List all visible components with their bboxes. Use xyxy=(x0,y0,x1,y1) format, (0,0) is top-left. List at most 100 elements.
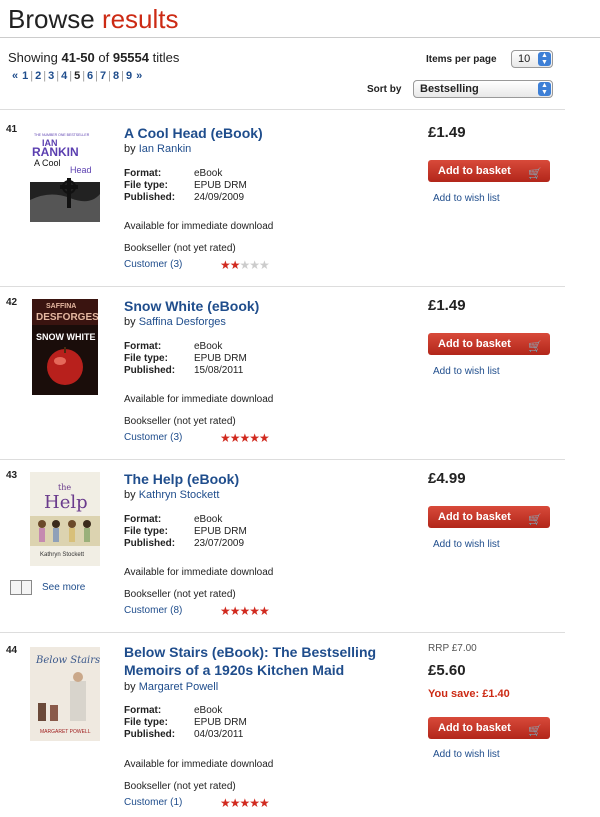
book-author: by Ian Rankin xyxy=(124,143,191,155)
cover-author: Kathryn Stockett xyxy=(40,552,84,558)
summary-prefix: Showing xyxy=(8,50,58,65)
author-link[interactable]: Margaret Powell xyxy=(139,681,218,693)
sort-by-label: Sort by xyxy=(367,84,402,95)
file-type-value: EPUB DRM xyxy=(194,353,247,364)
sort-by-select[interactable]: Bestselling ▲ ▼ xyxy=(413,80,553,98)
result-number: 44 xyxy=(6,645,18,656)
result-item: 43 the Help Kathryn Stockett See more Th… xyxy=(0,460,565,633)
published-label: Published: xyxy=(124,538,176,549)
basket-icon: 🛒 xyxy=(528,341,542,353)
next-page-link[interactable]: » xyxy=(132,70,146,82)
price: £5.60 xyxy=(428,662,466,679)
summary-total: 95554 xyxy=(112,50,149,65)
result-item: 42 SAFFINA DESFORGES SNOW WHITE Snow Whi… xyxy=(0,287,565,460)
select-arrows-icon: ▲ ▼ xyxy=(538,52,551,66)
items-per-page-value: 10 xyxy=(518,53,531,65)
book-cover[interactable]: SAFFINA DESFORGES SNOW WHITE xyxy=(32,299,98,395)
customer-reviews-link[interactable]: Customer (8) xyxy=(124,605,182,616)
star-rating: ★★★★★ xyxy=(220,431,270,445)
book-meta: Format: eBook File type: EPUB DRM Publishe… xyxy=(124,514,247,550)
add-to-wish-list-link[interactable]: Add to wish list xyxy=(433,366,500,377)
cover-title-b: Help xyxy=(44,492,88,513)
book-cover[interactable]: THE NUMBER ONE BESTSELLER IAN RANKIN A C… xyxy=(30,130,100,222)
add-to-basket-button[interactable]: Add to basket 🛒 xyxy=(428,160,550,182)
rating-block: Bookseller (not yet rated) Customer (1) … xyxy=(124,779,284,811)
cover-author-first: SAFFINA xyxy=(46,303,76,310)
results-summary: Showing 41-50 of 95554 titles xyxy=(8,50,179,65)
add-to-basket-label: Add to basket xyxy=(438,165,511,177)
book-title-link[interactable]: Snow White (eBook) xyxy=(124,297,404,315)
cover-author: MARGARET POWELL xyxy=(40,729,91,735)
rating-block: Bookseller (not yet rated) Customer (3) … xyxy=(124,414,284,446)
author-link[interactable]: Ian Rankin xyxy=(139,143,192,155)
bookseller-rating: Bookseller (not yet rated) xyxy=(124,589,236,600)
published-value: 24/09/2009 xyxy=(194,192,245,203)
author-link[interactable]: Kathryn Stockett xyxy=(139,489,220,501)
bookseller-rating: Bookseller (not yet rated) xyxy=(124,243,236,254)
author-prefix: by xyxy=(124,316,136,328)
sort-by-value: Bestselling xyxy=(420,83,479,95)
customer-reviews-link[interactable]: Customer (3) xyxy=(124,259,182,270)
cover-author-last: DESFORGES xyxy=(36,312,98,323)
add-to-basket-button[interactable]: Add to basket 🛒 xyxy=(428,506,550,528)
book-author: by Margaret Powell xyxy=(124,681,218,693)
items-per-page-select[interactable]: 10 ▲ ▼ xyxy=(511,50,553,68)
book-cover[interactable]: Below Stairs MARGARET POWELL xyxy=(30,647,100,741)
rating-block: Bookseller (not yet rated) Customer (8) … xyxy=(124,587,284,619)
book-title-link[interactable]: The Help (eBook) xyxy=(124,470,404,488)
add-to-basket-button[interactable]: Add to basket 🛒 xyxy=(428,333,550,355)
add-to-basket-button[interactable]: Add to basket 🛒 xyxy=(428,717,550,739)
file-type-label: File type: xyxy=(124,353,168,364)
price: £1.49 xyxy=(428,297,466,314)
star-rating: ★★★★★ xyxy=(220,796,270,810)
book-meta: Format: eBook File type: EPUB DRM Publishe… xyxy=(124,341,247,377)
availability-text: Available for immediate download xyxy=(124,221,274,232)
author-prefix: by xyxy=(124,681,136,693)
result-number: 41 xyxy=(6,124,18,135)
cover-title-a: A Cool xyxy=(34,158,61,168)
author-prefix: by xyxy=(124,143,136,155)
file-type-value: EPUB DRM xyxy=(194,180,247,191)
format-label: Format: xyxy=(124,514,162,525)
add-to-basket-label: Add to basket xyxy=(438,511,511,523)
see-more-label: See more xyxy=(42,582,86,593)
book-cover[interactable]: the Help Kathryn Stockett xyxy=(30,472,100,566)
availability-text: Available for immediate download xyxy=(124,394,274,405)
cover-title-a: the xyxy=(58,483,71,492)
published-value: 04/03/2011 xyxy=(194,729,244,740)
format-value: eBook xyxy=(194,705,223,716)
cover-title: Below Stairs xyxy=(35,655,100,666)
file-type-label: File type: xyxy=(124,180,168,191)
pagination: « 1 | 2 | 3 | 4 | 5 | 6 | 7 | 8 | 9 » xyxy=(8,70,146,82)
file-type-label: File type: xyxy=(124,717,168,728)
star-rating: ★★★★★ xyxy=(220,604,270,618)
add-to-basket-label: Add to basket xyxy=(438,722,511,734)
customer-reviews-link[interactable]: Customer (3) xyxy=(124,432,182,443)
add-to-wish-list-link[interactable]: Add to wish list xyxy=(433,539,500,550)
book-title-link[interactable]: Below Stairs (eBook): The Bestselling Me… xyxy=(124,643,404,679)
bookseller-rating: Bookseller (not yet rated) xyxy=(124,781,236,792)
file-type-value: EPUB DRM xyxy=(194,717,247,728)
savings-text: You save: £1.40 xyxy=(428,688,510,700)
open-book-icon xyxy=(10,580,32,595)
prev-page-link[interactable]: « xyxy=(8,70,22,82)
select-arrows-icon: ▲ ▼ xyxy=(538,82,551,96)
add-to-wish-list-link[interactable]: Add to wish list xyxy=(433,193,500,204)
book-title-link[interactable]: A Cool Head (eBook) xyxy=(124,124,404,142)
add-to-wish-list-link[interactable]: Add to wish list xyxy=(433,749,500,760)
book-author: by Kathryn Stockett xyxy=(124,489,219,501)
cover-title-b: Head xyxy=(70,165,92,175)
see-more-link[interactable]: See more xyxy=(10,580,85,595)
author-link[interactable]: Saffina Desforges xyxy=(139,316,226,328)
customer-reviews-link[interactable]: Customer (1) xyxy=(124,797,182,808)
published-value: 15/08/2011 xyxy=(194,365,244,376)
cover-author-last: RANKIN xyxy=(32,145,79,159)
result-number: 42 xyxy=(6,297,18,308)
summary-suffix: titles xyxy=(152,50,180,65)
summary-range: 41-50 xyxy=(61,50,95,65)
basket-icon: 🛒 xyxy=(528,725,542,737)
title-accent: results xyxy=(101,4,179,34)
book-meta: Format: eBook File type: EPUB DRM Publishe… xyxy=(124,705,247,741)
basket-icon: 🛒 xyxy=(528,514,542,526)
published-label: Published: xyxy=(124,729,176,740)
